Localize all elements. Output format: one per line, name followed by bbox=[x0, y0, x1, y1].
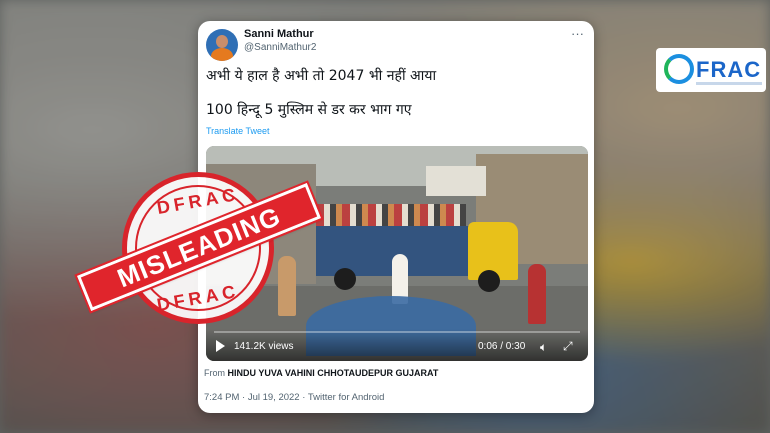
tweet-text-line-1: अभी ये हाल है अभी तो 2047 भी नहीं आया bbox=[206, 68, 437, 84]
dfrac-logo: FRAC bbox=[656, 48, 766, 92]
video-time: 0:06 / 0:30 bbox=[478, 341, 526, 352]
translate-tweet-link[interactable]: Translate Tweet bbox=[206, 126, 270, 136]
from-prefix: From bbox=[204, 368, 225, 378]
author-handle[interactable]: @SanniMathur2 bbox=[244, 42, 316, 53]
tweet-text-line-2: 100 हिन्दू 5 मुस्लिम से डर कर भाग गए bbox=[206, 102, 412, 118]
logo-subline bbox=[696, 82, 762, 85]
logo-mark-icon bbox=[664, 54, 694, 84]
video-progress-bar[interactable] bbox=[214, 331, 580, 333]
video-source: From HINDU YUVA VAHINI CHHOTAUDEPUR GUJA… bbox=[204, 368, 438, 378]
avatar[interactable] bbox=[206, 29, 238, 61]
logo-text: FRAC bbox=[696, 57, 762, 82]
from-source-link[interactable]: HINDU YUVA VAHINI CHHOTAUDEPUR GUJARAT bbox=[228, 368, 439, 378]
more-dots-icon[interactable]: ··· bbox=[571, 26, 584, 41]
play-icon[interactable] bbox=[216, 340, 225, 352]
tweet-meta[interactable]: 7:24 PM · Jul 19, 2022 · Twitter for And… bbox=[204, 392, 384, 403]
video-views: 141.2K views bbox=[234, 341, 294, 352]
volume-icon[interactable]: 🔈︎ bbox=[540, 340, 547, 354]
author-name[interactable]: Sanni Mathur bbox=[244, 28, 314, 40]
fullscreen-icon[interactable]: ⤢ bbox=[563, 339, 573, 353]
